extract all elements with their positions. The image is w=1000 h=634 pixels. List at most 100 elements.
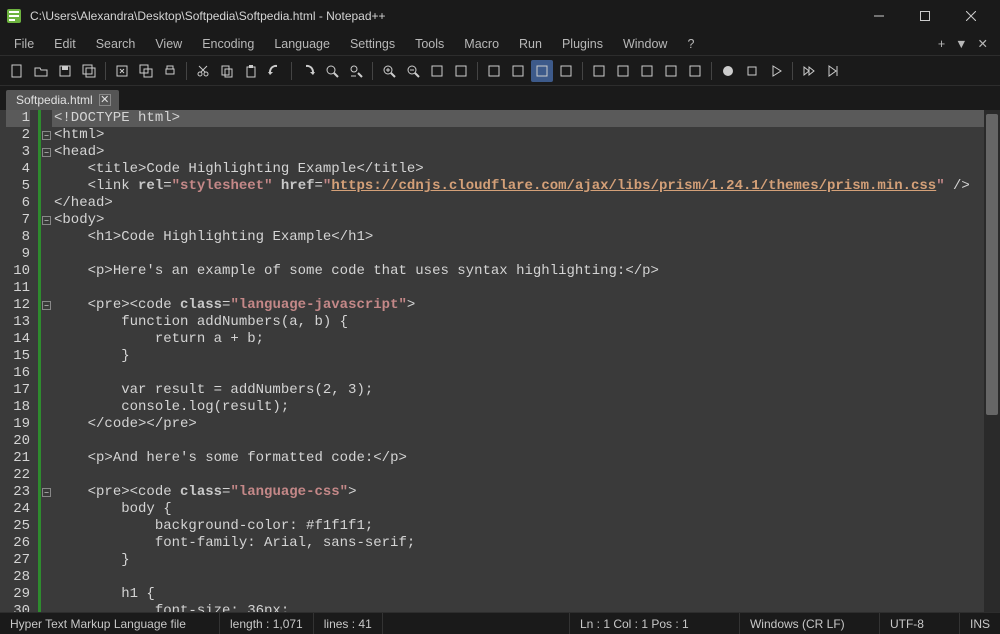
stop-button[interactable] xyxy=(741,60,763,82)
code-line[interactable]: font-family: Arial, sans-serif; xyxy=(52,535,984,552)
code-line[interactable]: font-size: 36px; xyxy=(52,603,984,612)
fold-margin[interactable]: − − − − − xyxy=(38,110,52,612)
menu-run[interactable]: Run xyxy=(509,35,552,53)
code-line[interactable] xyxy=(52,467,984,484)
code-line[interactable] xyxy=(52,569,984,586)
code-line[interactable]: } xyxy=(52,552,984,569)
zoom-out-button[interactable] xyxy=(402,60,424,82)
minimize-button[interactable] xyxy=(856,0,902,32)
cut-button[interactable] xyxy=(192,60,214,82)
wrap-button[interactable] xyxy=(483,60,505,82)
menu-view[interactable]: View xyxy=(145,35,192,53)
func-list-button[interactable] xyxy=(636,60,658,82)
menu-help[interactable]: ? xyxy=(677,35,704,53)
close-button[interactable] xyxy=(948,0,994,32)
code-line[interactable]: function addNumbers(a, b) { xyxy=(52,314,984,331)
tab-close-icon[interactable]: ✕ xyxy=(99,94,111,106)
redo-button[interactable] xyxy=(297,60,319,82)
code-line[interactable] xyxy=(52,433,984,450)
window-title: C:\Users\Alexandra\Desktop\Softpedia\Sof… xyxy=(30,9,386,23)
status-eol[interactable]: Windows (CR LF) xyxy=(740,613,880,634)
sync-h-button[interactable] xyxy=(450,60,472,82)
code-line[interactable]: <h1>Code Highlighting Example</h1> xyxy=(52,229,984,246)
code-line[interactable]: <title>Code Highlighting Example</title> xyxy=(52,161,984,178)
fold-toggle[interactable]: − xyxy=(42,301,51,310)
menu-plugins[interactable]: Plugins xyxy=(552,35,613,53)
code-line[interactable]: <p>And here's some formatted code:</p> xyxy=(52,450,984,467)
code-line[interactable]: </head> xyxy=(52,195,984,212)
maximize-button[interactable] xyxy=(902,0,948,32)
find-button[interactable] xyxy=(321,60,343,82)
code-line[interactable] xyxy=(52,365,984,382)
play-multi-button[interactable] xyxy=(822,60,844,82)
code-line[interactable] xyxy=(52,280,984,297)
doc-list-button[interactable] xyxy=(612,60,634,82)
menu-settings[interactable]: Settings xyxy=(340,35,405,53)
menu-tools[interactable]: Tools xyxy=(405,35,454,53)
paste-button[interactable] xyxy=(240,60,262,82)
line-number: 10 xyxy=(6,263,30,280)
file-tab[interactable]: Softpedia.html ✕ xyxy=(6,90,119,110)
code-line[interactable]: <pre><code class="language-javascript"> xyxy=(52,297,984,314)
fold-toggle[interactable]: − xyxy=(42,131,51,140)
menu-search[interactable]: Search xyxy=(86,35,146,53)
menu-macro[interactable]: Macro xyxy=(454,35,509,53)
plus-tab-icon[interactable]: + xyxy=(938,37,945,51)
fast-fwd-button[interactable] xyxy=(798,60,820,82)
lang-format-button[interactable] xyxy=(555,60,577,82)
play-button[interactable] xyxy=(765,60,787,82)
record-button[interactable] xyxy=(717,60,739,82)
menu-edit[interactable]: Edit xyxy=(44,35,86,53)
copy-button[interactable] xyxy=(216,60,238,82)
code-line[interactable]: <p>Here's an example of some code that u… xyxy=(52,263,984,280)
save-all-button[interactable] xyxy=(78,60,100,82)
code-line[interactable]: h1 { xyxy=(52,586,984,603)
menu-file[interactable]: File xyxy=(4,35,44,53)
code-line[interactable]: body { xyxy=(52,501,984,518)
fold-toggle[interactable]: − xyxy=(42,148,51,157)
status-encoding[interactable]: UTF-8 xyxy=(880,613,960,634)
save-button[interactable] xyxy=(54,60,76,82)
print-button[interactable] xyxy=(159,60,181,82)
indent-guide-button[interactable] xyxy=(531,60,553,82)
menu-encoding[interactable]: Encoding xyxy=(192,35,264,53)
line-number: 5 xyxy=(6,178,30,195)
close-all-button[interactable] xyxy=(135,60,157,82)
new-button[interactable] xyxy=(6,60,28,82)
toolbar xyxy=(0,56,1000,86)
folder-tree-button[interactable] xyxy=(660,60,682,82)
undo-button[interactable] xyxy=(264,60,286,82)
monitor-button[interactable] xyxy=(684,60,706,82)
code-line[interactable]: <pre><code class="language-css"> xyxy=(52,484,984,501)
menu-language[interactable]: Language xyxy=(264,35,340,53)
doc-map-button[interactable] xyxy=(588,60,610,82)
code-line[interactable]: var result = addNumbers(2, 3); xyxy=(52,382,984,399)
dropdown-icon[interactable]: ▼ xyxy=(955,37,967,51)
zoom-in-button[interactable] xyxy=(378,60,400,82)
fold-toggle[interactable]: − xyxy=(42,216,51,225)
code-line[interactable]: console.log(result); xyxy=(52,399,984,416)
app-icon xyxy=(6,8,22,24)
vertical-scrollbar[interactable] xyxy=(984,110,1000,612)
code-line[interactable]: <!DOCTYPE html> xyxy=(52,110,984,127)
show-all-button[interactable] xyxy=(507,60,529,82)
menu-window[interactable]: Window xyxy=(613,35,677,53)
code-line[interactable]: } xyxy=(52,348,984,365)
fold-toggle[interactable]: − xyxy=(42,488,51,497)
code-line[interactable]: return a + b; xyxy=(52,331,984,348)
open-button[interactable] xyxy=(30,60,52,82)
code-line[interactable]: </code></pre> xyxy=(52,416,984,433)
code-line[interactable]: <html> xyxy=(52,127,984,144)
code-line[interactable]: <head> xyxy=(52,144,984,161)
editor[interactable]: 1234567891011121314151617181920212223242… xyxy=(0,110,1000,612)
code-line[interactable]: background-color: #f1f1f1; xyxy=(52,518,984,535)
code-line[interactable]: <body> xyxy=(52,212,984,229)
code-pane[interactable]: <!DOCTYPE html><html><head> <title>Code … xyxy=(52,110,984,612)
sync-v-button[interactable] xyxy=(426,60,448,82)
code-line[interactable] xyxy=(52,246,984,263)
close-doc-icon[interactable]: ✕ xyxy=(978,36,988,51)
code-line[interactable]: <link rel="stylesheet" href="https://cdn… xyxy=(52,178,984,195)
status-mode[interactable]: INS xyxy=(960,613,1000,634)
replace-button[interactable] xyxy=(345,60,367,82)
close-button[interactable] xyxy=(111,60,133,82)
